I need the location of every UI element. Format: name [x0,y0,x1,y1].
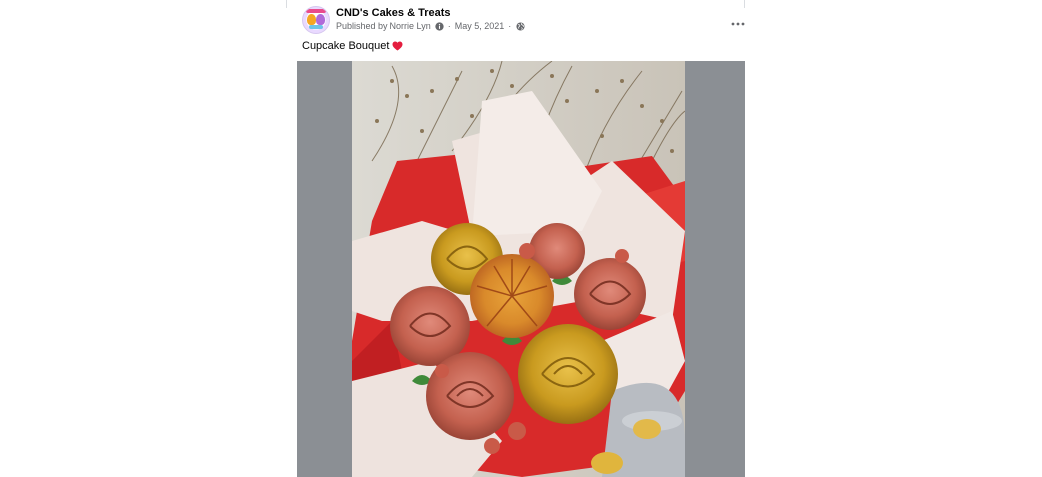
page-avatar[interactable] [302,6,330,34]
red-heart-icon [392,41,403,51]
photo-illustration [352,61,685,477]
more-options-icon [731,22,745,26]
post-caption: Cupcake Bouquet [302,40,403,52]
caption-text: Cupcake Bouquet [302,40,390,52]
author-link[interactable]: Norrie Lyn [390,21,431,31]
post-date-link[interactable]: May 5, 2021 [455,21,505,31]
post-card: CND's Cakes & Treats Published by Norrie… [286,0,745,477]
post-header: CND's Cakes & Treats Published by Norrie… [302,6,745,34]
page-name-link[interactable]: CND's Cakes & Treats [336,7,451,19]
post-meta: Published by Norrie Lyn · May 5, 2021 · [336,21,525,31]
cupcake-bouquet-photo[interactable] [352,61,685,477]
published-by-label: Published by [336,21,388,31]
more-options-button[interactable] [726,14,750,34]
info-icon[interactable] [435,21,444,31]
meta-separator-2: · [508,21,512,31]
post-media[interactable] [297,61,745,477]
globe-icon [516,21,525,31]
meta-separator: · [447,21,451,31]
